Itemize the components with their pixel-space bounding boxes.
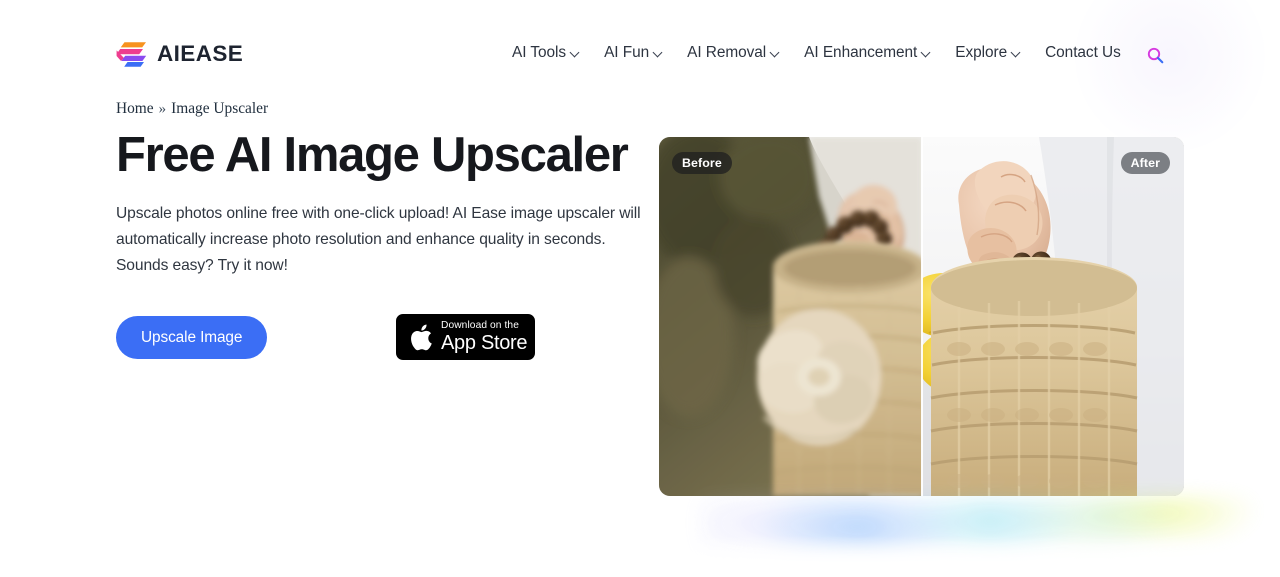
search-button[interactable] xyxy=(1142,44,1168,70)
before-after-comparison[interactable]: Before After xyxy=(659,137,1184,496)
chevron-down-icon xyxy=(1012,48,1021,57)
before-label-badge: Before xyxy=(672,152,732,174)
after-label-badge: After xyxy=(1120,152,1170,174)
nav-item-label: AI Tools xyxy=(512,44,567,61)
breadcrumb-current-page: Image Upscaler xyxy=(171,100,269,117)
chevron-down-icon xyxy=(771,48,780,57)
chevron-down-icon xyxy=(654,48,663,57)
nav-item-ai-fun[interactable]: AI Fun xyxy=(592,40,675,66)
nav-item-label: Contact Us xyxy=(1045,44,1121,61)
upscale-image-button[interactable]: Upscale Image xyxy=(116,316,268,359)
nav-item-explore[interactable]: Explore xyxy=(943,40,1033,66)
nav-item-label: AI Fun xyxy=(604,44,650,61)
bottom-fade-overlay xyxy=(690,536,1280,577)
search-icon xyxy=(1146,46,1165,68)
comparison-slider-handle[interactable] xyxy=(920,137,923,496)
brand-logo-link[interactable]: AIEASE xyxy=(116,41,243,68)
app-store-download-badge[interactable]: Download on the App Store xyxy=(396,314,535,360)
chevron-down-icon xyxy=(571,48,580,57)
app-store-small-text: Download on the xyxy=(441,319,519,331)
nav-item-ai-enhancement[interactable]: AI Enhancement xyxy=(792,40,943,66)
nav-item-label: Explore xyxy=(955,44,1008,61)
nav-item-label: AI Enhancement xyxy=(804,44,918,61)
bottom-gradient-decoration xyxy=(700,497,1280,553)
brand-name: AIEASE xyxy=(157,41,244,67)
page-root: AIEASE AI Tools AI Fun AI Removal AI Enh… xyxy=(0,0,1280,577)
app-store-badge-text: Download on the App Store xyxy=(441,319,528,354)
aiease-stacked-arrows-logo-icon xyxy=(116,41,148,68)
chevron-down-icon xyxy=(922,48,931,57)
main-navigation: AI Tools AI Fun AI Removal AI Enhancemen… xyxy=(508,40,1133,66)
nav-item-contact-us[interactable]: Contact Us xyxy=(1033,40,1133,66)
nav-item-ai-removal[interactable]: AI Removal xyxy=(675,40,792,66)
cta-row: Upscale Image Download on the App Store xyxy=(116,314,535,360)
nav-item-ai-tools[interactable]: AI Tools xyxy=(508,40,592,66)
app-store-big-text: App Store xyxy=(441,331,528,354)
nav-item-label: AI Removal xyxy=(687,44,767,61)
breadcrumb-link-home[interactable]: Home xyxy=(116,100,154,118)
hero-description: Upscale photos online free with one-clic… xyxy=(116,204,641,274)
page-title: Free AI Image Upscaler xyxy=(116,128,629,182)
site-header: AIEASE AI Tools AI Fun AI Removal AI Enh… xyxy=(0,0,1280,112)
apple-logo-icon xyxy=(408,323,433,352)
hero-content: Free AI Image Upscaler Upscale photos on… xyxy=(116,128,661,360)
breadcrumb: Home » Image Upscaler xyxy=(116,100,268,118)
breadcrumb-separator: » xyxy=(158,101,167,117)
